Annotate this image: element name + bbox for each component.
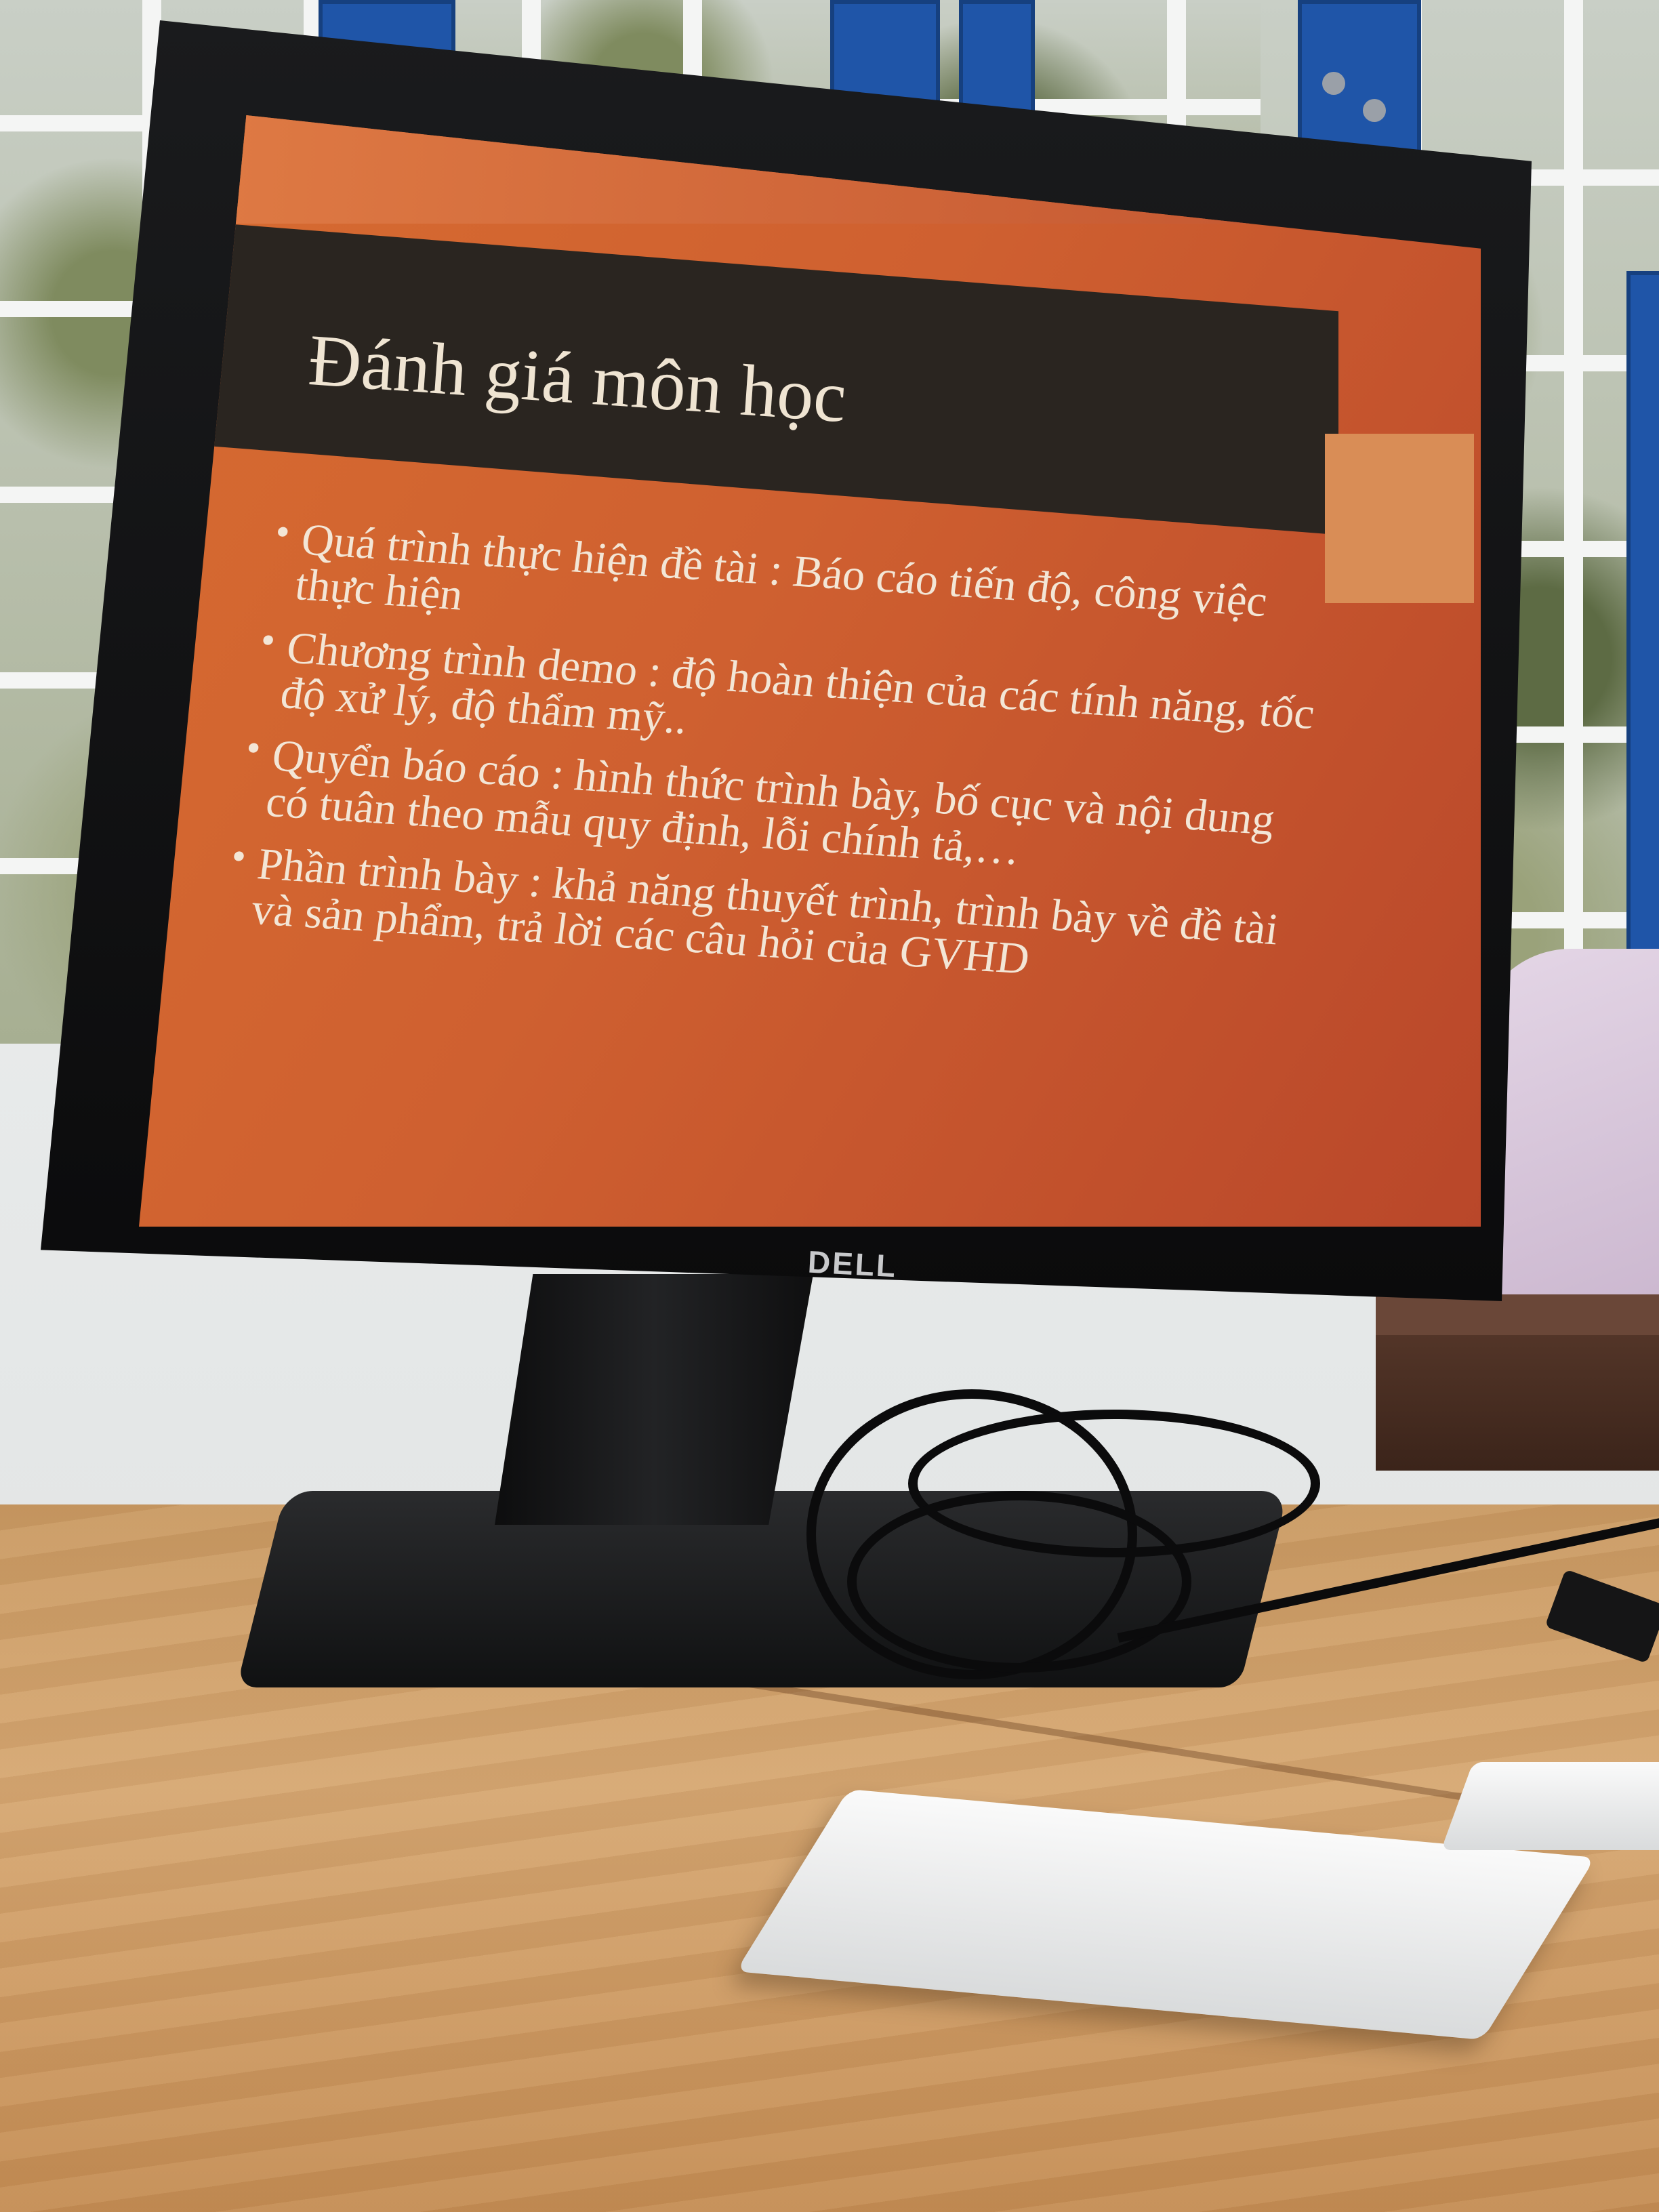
cable-loop <box>847 1491 1191 1673</box>
dell-logo: DELL <box>806 1244 899 1284</box>
shutter-handle-icon <box>1363 99 1386 122</box>
window-shutter-far-right <box>1626 271 1659 957</box>
slide-bullet-list: Quá trình thực hiện đề tài : Báo cáo tiế… <box>220 515 1347 1017</box>
white-device <box>1441 1762 1659 1850</box>
monitor-stand <box>495 1274 813 1525</box>
monitor-screen: Đánh giá môn học Quá trình thực hiện đề … <box>139 115 1481 1227</box>
slide-accent-square <box>1325 434 1474 603</box>
photo-scene: DELL Đánh giá môn học Quá trình thực hiệ… <box>0 0 1659 2212</box>
shutter-handle-icon <box>1322 72 1345 95</box>
back-desk-top <box>1376 1294 1659 1335</box>
